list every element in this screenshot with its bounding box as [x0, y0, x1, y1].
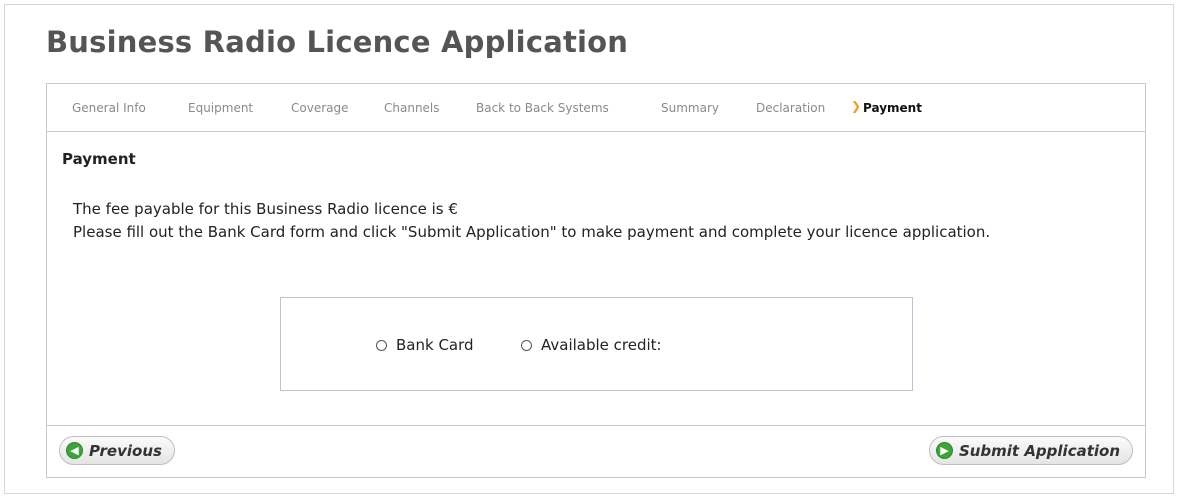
- step-declaration[interactable]: Declaration: [756, 101, 825, 115]
- payment-info-text: The fee payable for this Business Radio …: [73, 198, 1083, 244]
- radio-bank-card[interactable]: Bank Card: [376, 336, 474, 354]
- radio-bank-card-label: Bank Card: [396, 336, 474, 354]
- section-title: Payment: [62, 150, 136, 168]
- instruction-line: Please fill out the Bank Card form and c…: [73, 223, 991, 241]
- step-payment: Payment: [863, 101, 922, 115]
- previous-button-label: Previous: [89, 441, 162, 460]
- submit-application-button[interactable]: ▶ Submit Application: [928, 436, 1133, 465]
- payment-method-box: Bank Card Available credit:: [280, 297, 913, 391]
- submit-button-label: Submit Application: [958, 441, 1120, 460]
- radio-available-credit-label: Available credit:: [541, 336, 662, 354]
- fee-line: The fee payable for this Business Radio …: [73, 200, 458, 218]
- step-back-to-back-systems[interactable]: Back to Back Systems: [476, 101, 609, 115]
- step-equipment[interactable]: Equipment: [188, 101, 253, 115]
- radio-circle-icon[interactable]: [521, 339, 532, 351]
- step-channels[interactable]: Channels: [384, 101, 440, 115]
- arrow-left-icon: ◀: [66, 442, 83, 459]
- arrow-right-icon: ▶: [935, 442, 953, 459]
- wizard-steps: General Info Equipment Coverage Channels…: [47, 84, 1145, 132]
- radio-circle-icon[interactable]: [376, 339, 387, 351]
- app-window: Business Radio Licence Application Gener…: [4, 4, 1174, 494]
- application-panel: General Info Equipment Coverage Channels…: [46, 83, 1146, 478]
- step-coverage[interactable]: Coverage: [291, 101, 349, 115]
- step-general-info[interactable]: General Info: [72, 101, 146, 115]
- previous-button[interactable]: ◀ Previous: [59, 436, 175, 465]
- form-footer: ◀ Previous ▶ Submit Application: [47, 425, 1145, 479]
- radio-available-credit[interactable]: Available credit:: [521, 336, 662, 354]
- page-title: Business Radio Licence Application: [46, 25, 629, 59]
- current-step-arrow-icon: ❯: [851, 99, 862, 113]
- step-summary[interactable]: Summary: [661, 101, 719, 115]
